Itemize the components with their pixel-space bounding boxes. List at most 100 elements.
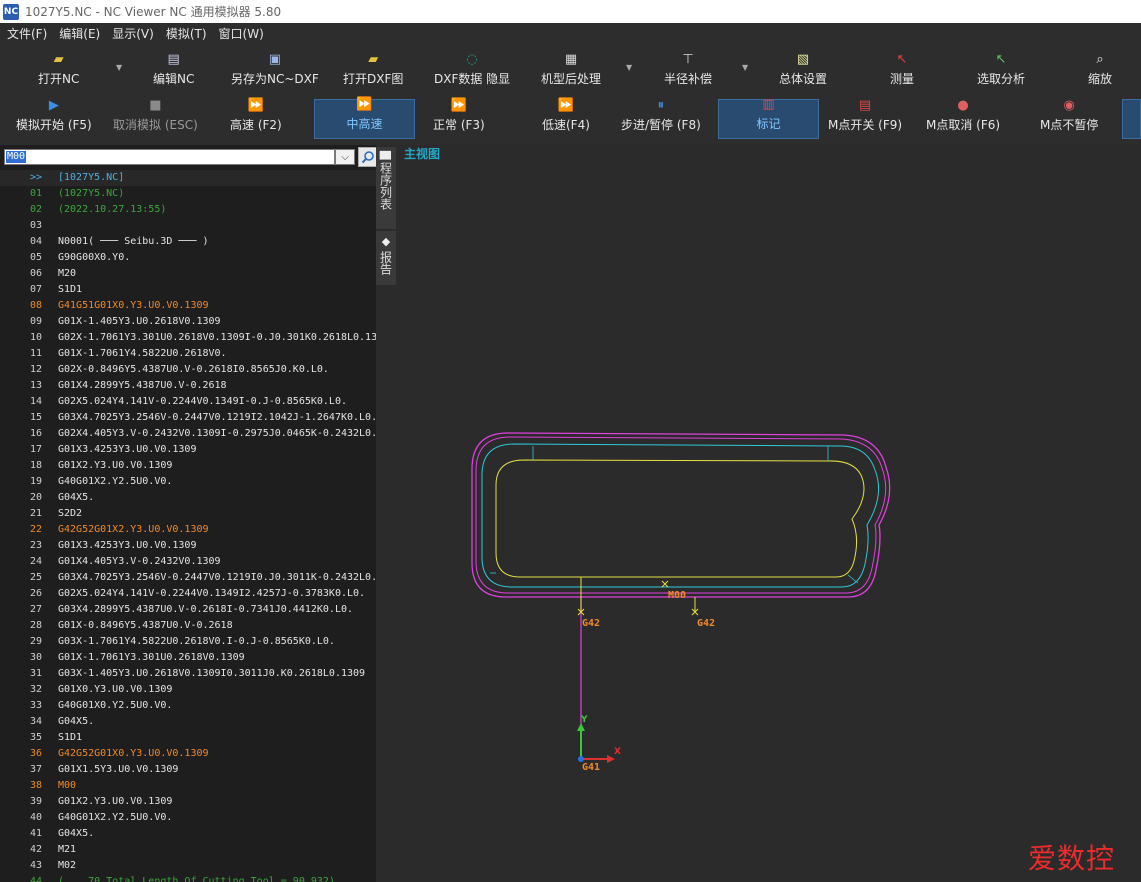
measure-button[interactable]: ↖ 测量 [890,51,914,87]
save-as-nc-dxf-button[interactable]: ▣ 另存为NC~DXF [231,51,319,87]
code-line[interactable]: 15 G03X4.7025Y3.2546V-0.2447V0.1219I2.104… [0,410,376,426]
code-line[interactable]: 21 S2D2 [0,506,376,522]
select-analyze-button[interactable]: ↖ 选取分析 [977,51,1025,87]
code-line[interactable]: 27 G03X4.2899Y5.4387U0.V-0.2618I-0.7341J0… [0,602,376,618]
code-line[interactable]: 28 G01X-0.8496Y5.4387U0.V-0.2618 [0,618,376,634]
sim-cancel-button[interactable]: ■ 取消模拟 (ESC) [113,99,198,139]
speed-slow-button[interactable]: ⏩ 低速(F4) [542,99,590,139]
m-point-nopause-button[interactable]: ◉ M点不暂停 [1040,99,1098,139]
search-dropdown-button[interactable]: ⌵ [335,149,355,165]
open-nc-button[interactable]: ▰ 打开NC [38,51,79,87]
code-line[interactable]: 29 G03X-1.7061Y4.5822U0.2618V0.I-0.J-0.85… [0,634,376,650]
zoom-button[interactable]: ⌕ 缩放 [1088,51,1112,87]
code-line[interactable]: 01 (1027Y5.NC) [0,186,376,202]
menu-view[interactable]: 显示(V) [105,25,159,42]
menu-window[interactable]: 窗口(W) [212,25,269,42]
menu-edit[interactable]: 编辑(E) [52,25,105,42]
code-line[interactable]: 10 G02X-1.7061Y3.301U0.2618V0.1309I-0.J0.… [0,330,376,346]
code-line[interactable]: 04 N0001( ─── Seibu.3D ─── ) [0,234,376,250]
label-m00: M00 [668,590,686,601]
code-line[interactable]: 09 G01X-1.405Y3.U0.2618V0.1309 [0,314,376,330]
code-line[interactable]: 12 G02X-0.8496Y5.4387U0.V-0.2618I0.8565J0… [0,362,376,378]
line-text: G02X4.405Y3.V-0.2432V0.1309I-0.2975J0.04… [58,428,376,439]
toolbar-overflow-button[interactable] [1122,99,1141,139]
main-view[interactable]: 主视图 M00 G42 G42 G41 Y X 爱数控 [396,145,1141,882]
speed-normal-button[interactable]: ⏩ 正常 (F3) [433,99,485,139]
search-input[interactable] [4,149,335,165]
speed-fast-button[interactable]: ⏩ 高速 (F2) [230,99,282,139]
code-header-line[interactable]: >> [1027Y5.NC] [0,170,376,186]
code-line[interactable]: 17 G01X3.4253Y3.U0.V0.1309 [0,442,376,458]
code-line[interactable]: 34 G04X5. [0,714,376,730]
code-line[interactable]: 44 (... 70 Total Length Of Cutting Tool =… [0,874,376,882]
m-point-toggle-button[interactable]: ▤ M点开关 (F9) [828,99,902,139]
code-line[interactable]: 03 [0,218,376,234]
code-line[interactable]: 02 (2022.10.27.13:55) [0,202,376,218]
code-line[interactable]: 13 G01X4.2899Y5.4387U0.V-0.2618 [0,378,376,394]
code-line[interactable]: 11 G01X-1.7061Y4.5822U0.2618V0. [0,346,376,362]
code-line[interactable]: 22 G42G52G01X2.Y3.U0.V0.1309 [0,522,376,538]
step-pause-button[interactable]: ⏸ 步进/暂停 (F8) [621,99,701,139]
post-process-dropdown-icon[interactable]: ▼ [626,63,632,72]
line-number: 41 [30,828,43,839]
menu-file[interactable]: 文件(F) [0,25,52,42]
line-number: 09 [30,316,43,327]
code-line[interactable]: 23 G01X3.4253Y3.U0.V0.1309 [0,538,376,554]
code-line[interactable]: 26 G02X5.024Y4.141V-0.2244V0.1349I2.4257J… [0,586,376,602]
code-line[interactable]: 38 M00 [0,778,376,794]
tab-report[interactable]: ◆ 报告 [376,231,396,285]
line-number: 19 [30,476,43,487]
post-process-button[interactable]: ▦ 机型后处理 [541,51,601,87]
code-line[interactable]: 42 M21 [0,842,376,858]
layers-icon: ◆ [379,235,393,248]
open-nc-dropdown-icon[interactable]: ▼ [116,63,122,72]
code-line[interactable]: 20 G04X5. [0,490,376,506]
code-line[interactable]: 19 G40G01X2.Y2.5U0.V0. [0,474,376,490]
sim-start-button[interactable]: ▶ 模拟开始 (F5) [16,99,92,139]
code-line[interactable]: 43 M02 [0,858,376,874]
code-line[interactable]: 36 G42G52G01X0.Y3.U0.V0.1309 [0,746,376,762]
yellow-path [495,459,865,578]
menu-simulate[interactable]: 模拟(T) [159,25,212,42]
edit-nc-button[interactable]: ▤ 编辑NC [153,51,194,87]
stop-icon: ■ [149,98,162,113]
code-line[interactable]: 41 G04X5. [0,826,376,842]
chevron-down-icon: ⌵ [341,151,349,163]
code-line[interactable]: 32 G01X0.Y3.U0.V0.1309 [0,682,376,698]
m00-marker [661,580,669,588]
radius-comp-dropdown-icon[interactable]: ▼ [742,63,748,72]
line-number: 31 [30,668,43,679]
search-icon [361,151,374,164]
code-line[interactable]: 33 G40G01X0.Y2.5U0.V0. [0,698,376,714]
line-text: G01X-1.7061Y3.301U0.2618V0.1309 [58,652,245,663]
settings-button[interactable]: ▧ 总体设置 [779,51,827,87]
open-dxf-button[interactable]: ▰ 打开DXF图 [343,51,403,87]
code-line[interactable]: 05 G90G00X0.Y0. [0,250,376,266]
code-line[interactable]: 16 G02X4.405Y3.V-0.2432V0.1309I-0.2975J0.… [0,426,376,442]
line-text: G40G01X2.Y2.5U0.V0. [58,812,173,823]
code-line[interactable]: 40 G40G01X2.Y2.5U0.V0. [0,810,376,826]
code-line[interactable]: 08 G41G51G01X0.Y3.U0.V0.1309 [0,298,376,314]
code-line[interactable]: 06 M20 [0,266,376,282]
code-line[interactable]: 25 G03X4.7025Y3.2546V-0.2447V0.1219I0.J0.… [0,570,376,586]
mark-button[interactable]: ▥ 标记 [718,98,819,139]
code-line[interactable]: 37 G01X1.5Y3.U0.V0.1309 [0,762,376,778]
tab-program-list[interactable]: ▇ 程序列表 [376,147,396,229]
code-line[interactable]: 30 G01X-1.7061Y3.301U0.2618V0.1309 [0,650,376,666]
m-point-cancel-icon: ● [957,98,969,113]
dxf-toggle-button[interactable]: ◌ DXF数据 隐显 [434,51,510,87]
line-number: 17 [30,444,43,455]
code-line[interactable]: 35 S1D1 [0,730,376,746]
code-line[interactable]: 31 G03X-1.405Y3.U0.2618V0.1309I0.3011J0.K… [0,666,376,682]
search-button[interactable] [358,147,378,167]
m-point-cancel-button[interactable]: ● M点取消 (F6) [926,99,1000,139]
code-listing[interactable]: >> [1027Y5.NC] 01 (1027Y5.NC) 02 (2022.10.2… [0,170,376,882]
code-line[interactable]: 18 G01X2.Y3.U0.V0.1309 [0,458,376,474]
label-g42-a: G42 [582,618,600,629]
radius-comp-button[interactable]: ⊤ 半径补偿 [664,51,712,87]
code-line[interactable]: 24 G01X4.405Y3.V-0.2432V0.1309 [0,554,376,570]
code-line[interactable]: 39 G01X2.Y3.U0.V0.1309 [0,794,376,810]
speed-medium-high-button[interactable]: ⏩ 中高速 [314,98,415,139]
code-line[interactable]: 14 G02X5.024Y4.141V-0.2244V0.1349I-0.J-0.… [0,394,376,410]
code-line[interactable]: 07 S1D1 [0,282,376,298]
